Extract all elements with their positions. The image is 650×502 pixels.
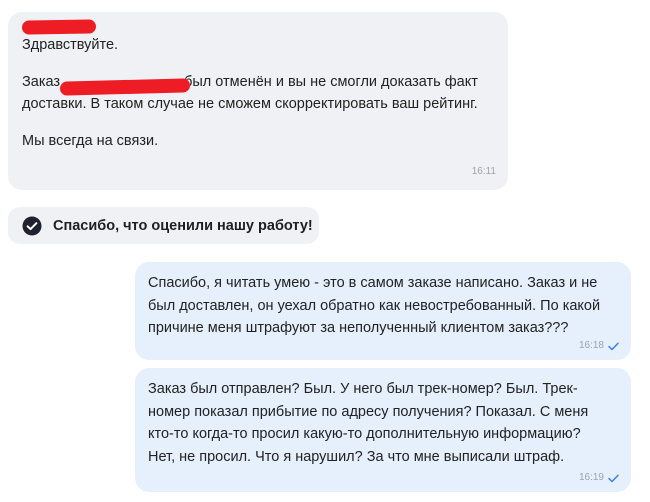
message-meta: 16:19 bbox=[579, 472, 619, 484]
system-rating-notice: Спасибо, что оценили нашу работу! bbox=[8, 207, 319, 244]
sent-check-icon bbox=[608, 474, 619, 482]
message-meta: 16:18 bbox=[579, 340, 619, 352]
outgoing-message: Заказ был отправлен? Был. У него был тре… bbox=[135, 368, 631, 492]
message-closing: Мы всегда на связи. bbox=[22, 132, 159, 149]
outgoing-message: Спасибо, я читать умею - это в самом зак… bbox=[135, 262, 631, 360]
redaction-name-mark bbox=[21, 19, 97, 35]
message-text: Спасибо, я читать умею - это в самом зак… bbox=[148, 275, 601, 336]
message-time: 16:19 bbox=[578, 472, 604, 483]
message-text: Заказ был отправлен? Был. У него был тре… bbox=[148, 381, 589, 465]
chat-thread: Здравствуйте. Заказ был отменён и вы не … bbox=[0, 0, 650, 502]
message-greeting: Здравствуйте. bbox=[22, 37, 119, 53]
message-order-prefix: Заказ bbox=[22, 73, 61, 90]
message-time: 16:18 bbox=[578, 340, 604, 351]
system-notice-text: Спасибо, что оценили нашу работу! bbox=[53, 217, 313, 234]
sent-check-icon bbox=[608, 342, 619, 350]
message-time: 16:11 bbox=[471, 166, 496, 177]
incoming-message: Здравствуйте. Заказ был отменён и вы не … bbox=[8, 12, 508, 190]
check-circle-icon bbox=[22, 216, 42, 235]
